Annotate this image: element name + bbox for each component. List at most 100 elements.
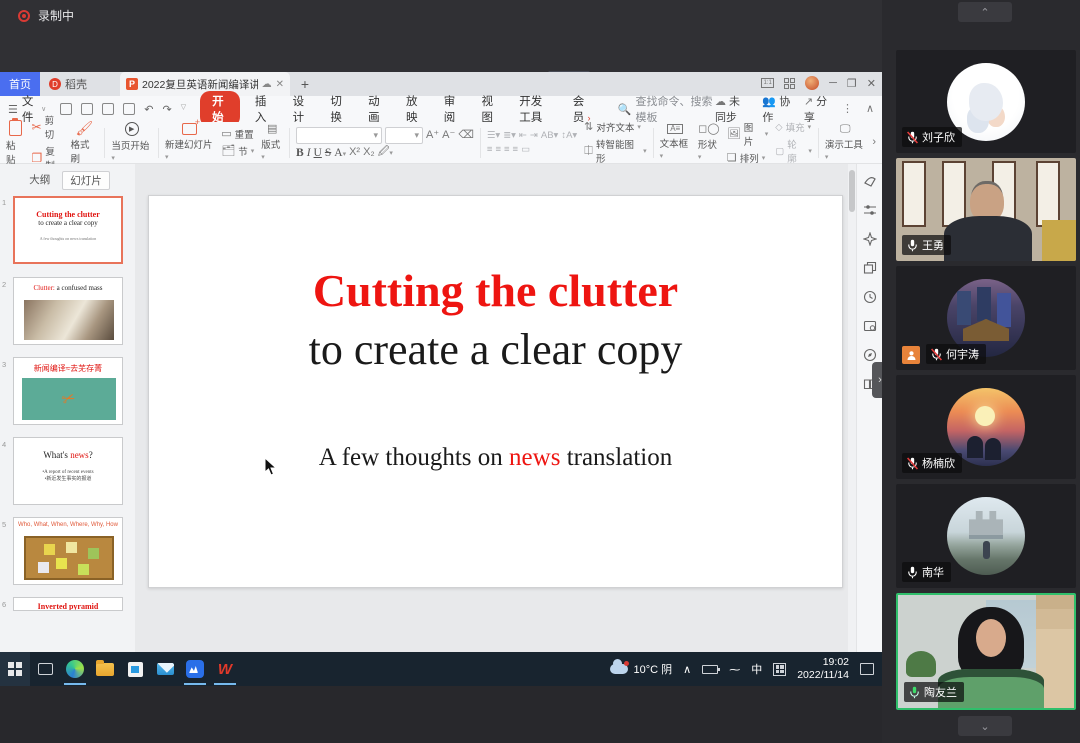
distribute-icon[interactable]: ▭ bbox=[521, 144, 530, 155]
ribbon-overflow-icon[interactable]: › bbox=[872, 137, 876, 148]
align-center-icon[interactable]: ≡ bbox=[495, 144, 501, 155]
slides-tab[interactable]: 幻灯片 bbox=[62, 171, 110, 190]
taskbar-edge[interactable] bbox=[60, 652, 90, 686]
restore-button[interactable]: ❐ bbox=[847, 77, 857, 90]
more-chevron-icon[interactable]: ▽ bbox=[181, 103, 186, 116]
font-color-button[interactable]: A▾ bbox=[334, 147, 346, 159]
clock[interactable]: 19:02 2022/11/14 bbox=[797, 656, 849, 682]
format-painter-button[interactable]: 🖌 格式刷 bbox=[71, 121, 99, 165]
participant-tile[interactable]: 何宇涛 bbox=[896, 266, 1076, 370]
close-tab-icon[interactable]: ✕ bbox=[276, 79, 284, 90]
align-right-icon[interactable]: ≡ bbox=[504, 144, 510, 155]
fit-window-icon[interactable]: 1:1 bbox=[761, 78, 774, 88]
smart-graphic-button[interactable]: ⎅转智能图形▾ bbox=[584, 137, 646, 165]
account-avatar[interactable] bbox=[805, 76, 819, 90]
start-button[interactable] bbox=[0, 652, 30, 686]
highlight-button[interactable]: 🖉▾ bbox=[378, 147, 393, 158]
shape-button[interactable]: ◻◯ 形状▾ bbox=[698, 124, 720, 162]
increase-font-icon[interactable]: A⁺ bbox=[426, 130, 439, 141]
preview-icon[interactable] bbox=[123, 103, 135, 115]
task-view-button[interactable] bbox=[30, 652, 60, 686]
network-icon[interactable]: ⁓ bbox=[729, 663, 740, 676]
text-direction-icon[interactable]: AB▾ bbox=[541, 130, 558, 141]
smart-design-icon[interactable] bbox=[863, 232, 877, 246]
taskbar-wps[interactable]: W bbox=[210, 652, 240, 686]
print-icon[interactable] bbox=[102, 103, 114, 115]
scrollbar-thumb[interactable] bbox=[849, 170, 855, 212]
font-size-select[interactable]: ▾ bbox=[385, 127, 423, 144]
paste-button[interactable]: 粘贴 bbox=[6, 120, 25, 166]
slide-thumbnail-1[interactable]: Cutting the clutter to create a clear co… bbox=[13, 196, 123, 264]
textbox-button[interactable]: A≡ 文本框▾ bbox=[660, 124, 691, 161]
outline-button[interactable]: ▢轮廓▾ bbox=[775, 137, 812, 165]
superscript-button[interactable]: X² bbox=[349, 147, 360, 158]
taskbar-explorer[interactable] bbox=[90, 652, 120, 686]
media-settings-icon[interactable] bbox=[863, 319, 877, 333]
collapse-ribbon-icon[interactable]: ∧ bbox=[866, 104, 874, 115]
timer-icon[interactable] bbox=[863, 290, 877, 304]
skin-icon[interactable] bbox=[863, 174, 877, 188]
tab-slideshow[interactable]: 放映 bbox=[395, 93, 433, 125]
justify-icon[interactable]: ≡ bbox=[513, 144, 519, 155]
layers-icon[interactable] bbox=[863, 261, 877, 275]
navigation-icon[interactable] bbox=[863, 348, 877, 362]
reset-button[interactable]: ▭重置 bbox=[221, 127, 253, 141]
battery-icon[interactable] bbox=[702, 665, 718, 674]
apps-grid-icon[interactable] bbox=[784, 78, 795, 89]
tab-transition[interactable]: 切换 bbox=[319, 93, 357, 125]
slide-thumbnail-3[interactable]: 新闻编译≈去芜存菁 ✂ bbox=[13, 357, 123, 425]
tab-animation[interactable]: 动画 bbox=[357, 93, 395, 125]
participant-tile[interactable]: 杨楠欣 bbox=[896, 375, 1076, 479]
arrange-button[interactable]: ❏排列▾ bbox=[727, 151, 765, 165]
slide-thumbnail-2[interactable]: Clutter: a confused mass bbox=[13, 277, 123, 345]
tab-insert[interactable]: 插入 bbox=[244, 93, 282, 125]
underline-button[interactable]: U bbox=[314, 147, 322, 159]
tab-review[interactable]: 审阅 bbox=[433, 93, 471, 125]
slide-canvas[interactable]: Cutting the clutter to create a clear co… bbox=[135, 164, 848, 687]
tab-design[interactable]: 设计 bbox=[282, 93, 320, 125]
slide-thumbnail-6[interactable]: Inverted pyramid bbox=[13, 597, 123, 611]
participant-tile-speaking[interactable]: 陶友兰 bbox=[896, 593, 1076, 710]
participant-tile[interactable]: 南华 bbox=[896, 484, 1076, 588]
fill-button[interactable]: ◇填充▾ bbox=[775, 120, 811, 134]
undo-icon[interactable]: ↶ bbox=[144, 103, 153, 116]
slide-thumbnail-4[interactable]: What's news? •A report of recent events … bbox=[13, 437, 123, 505]
numbering-icon[interactable]: ≣▾ bbox=[503, 130, 516, 141]
present-tools-button[interactable]: 🖵 演示工具▾ bbox=[825, 124, 865, 162]
vertical-scrollbar[interactable] bbox=[848, 164, 856, 687]
new-slide-button[interactable]: 新建幻灯片▾ bbox=[165, 123, 214, 162]
bold-button[interactable]: B bbox=[296, 147, 304, 159]
tray-expand-icon[interactable]: ∧ bbox=[683, 663, 691, 676]
cut-button[interactable]: ✂剪切 bbox=[32, 113, 64, 141]
indent-icon[interactable]: ⇥ bbox=[530, 130, 538, 141]
outdent-icon[interactable]: ⇤ bbox=[519, 130, 527, 141]
play-from-page-button[interactable]: ▶ 当页开始▾ bbox=[111, 122, 152, 163]
minimize-button[interactable]: ─ bbox=[829, 77, 837, 89]
ime-indicator[interactable]: 中 bbox=[751, 661, 762, 677]
italic-button[interactable]: I bbox=[307, 147, 311, 159]
subscript-button[interactable]: X₂ bbox=[363, 147, 375, 158]
align-text-button[interactable]: ⇅对齐文本▾ bbox=[584, 120, 641, 134]
outline-tab[interactable]: 大纲 bbox=[25, 171, 54, 190]
tab-docer[interactable]: D 稻壳 bbox=[40, 72, 96, 96]
properties-icon[interactable] bbox=[863, 203, 877, 217]
slide-thumbnail-5[interactable]: Who, What, When, Where, Why, How bbox=[13, 517, 123, 585]
picture-button[interactable]: 🖼图片▾ bbox=[727, 120, 768, 148]
section-button[interactable]: 🗂节▾ bbox=[221, 144, 254, 158]
scroll-up-button[interactable]: ⌃ bbox=[958, 2, 1012, 22]
decrease-font-icon[interactable]: A⁻ bbox=[442, 130, 455, 141]
taskbar-meeting[interactable] bbox=[180, 652, 210, 686]
strikethrough-button[interactable]: S bbox=[325, 147, 331, 159]
font-name-select[interactable]: ▾ bbox=[296, 127, 382, 144]
weather-widget[interactable]: 10°C 阴 bbox=[610, 661, 673, 677]
tab-devtools[interactable]: 开发工具 bbox=[508, 93, 562, 125]
current-slide[interactable]: Cutting the clutter to create a clear co… bbox=[148, 195, 843, 588]
bullets-icon[interactable]: ☰▾ bbox=[487, 130, 500, 141]
layout-button[interactable]: ▤ 版式▾ bbox=[261, 124, 283, 162]
line-spacing-icon[interactable]: ↕A▾ bbox=[561, 130, 577, 141]
notification-center-icon[interactable] bbox=[860, 663, 874, 675]
taskbar-mail[interactable] bbox=[150, 652, 180, 686]
participant-tile[interactable]: 刘子欣 bbox=[896, 50, 1076, 153]
scroll-down-button[interactable]: ⌄ bbox=[958, 716, 1012, 736]
more-menu-icon[interactable]: ⋮ bbox=[842, 104, 853, 115]
